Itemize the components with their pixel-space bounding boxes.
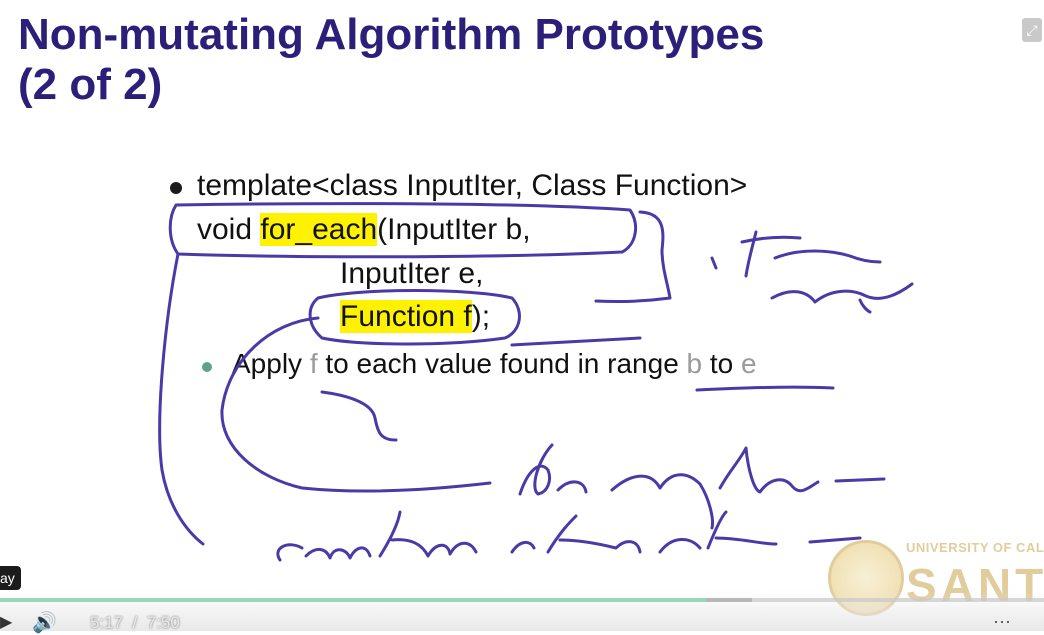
duration: 7:50 [146,613,180,632]
ink-underline-range [695,385,835,392]
text-f: f [309,348,318,379]
ink-brace-left [158,252,205,546]
ink-bracket-range [594,210,672,304]
code-line-3: InputIter e, [340,257,484,290]
text-e: e [741,348,757,379]
ink-f-loop [220,316,492,493]
logo-university-text: UNIVERSITY OF CALI [906,540,1044,555]
code-line-1: template<class InputIter, Class Function… [197,169,748,202]
ink-underline-function [510,336,642,347]
highlight-function-f: Function f [340,300,472,333]
progress-bar[interactable] [0,598,1044,602]
ink-control-structure [276,510,862,562]
volume-icon[interactable]: 🔊 [32,610,57,635]
title-line-2: (2 of 2) [18,60,163,109]
slide-title: Non-mutating Algorithm Prototypes (2 of … [18,10,764,110]
bullet-dot [170,182,182,194]
text-to: to [702,348,742,379]
highlight-for-each: for_each [260,213,378,246]
code-close: ); [471,300,491,333]
play-icon[interactable]: ▶ [0,612,12,632]
ink-f-hook [320,390,398,442]
progress-played [0,598,706,602]
share-icon[interactable]: ⤢ [1022,18,1042,42]
more-icon[interactable]: ⋯ [993,612,1012,633]
text-b: b [686,348,703,379]
title-line-1: Non-mutating Algorithm Prototypes [18,10,765,59]
code-line-2: void for_each(InputIter b, [197,213,531,247]
code-params-b: (InputIter b, [377,213,531,246]
ink-do-anything [518,443,886,530]
play-tooltip: ay [0,566,21,590]
code-void: void [197,213,261,246]
text-apply: Apply [232,348,310,379]
video-frame[interactable]: Non-mutating Algorithm Prototypes (2 of … [0,0,1044,631]
ink-iterator-word [710,230,882,278]
sub-bullet-text: Apply f to each value found in range b t… [232,348,757,380]
code-line-4: Function f); [340,300,490,334]
time-display: 5:17 / 7:50 [90,613,180,633]
text-range: to each value found in range [317,348,687,379]
sub-bullet-dot [202,362,212,372]
ink-range-word [770,282,914,314]
current-time: 5:17 [90,613,124,632]
time-separator: / [132,613,138,632]
